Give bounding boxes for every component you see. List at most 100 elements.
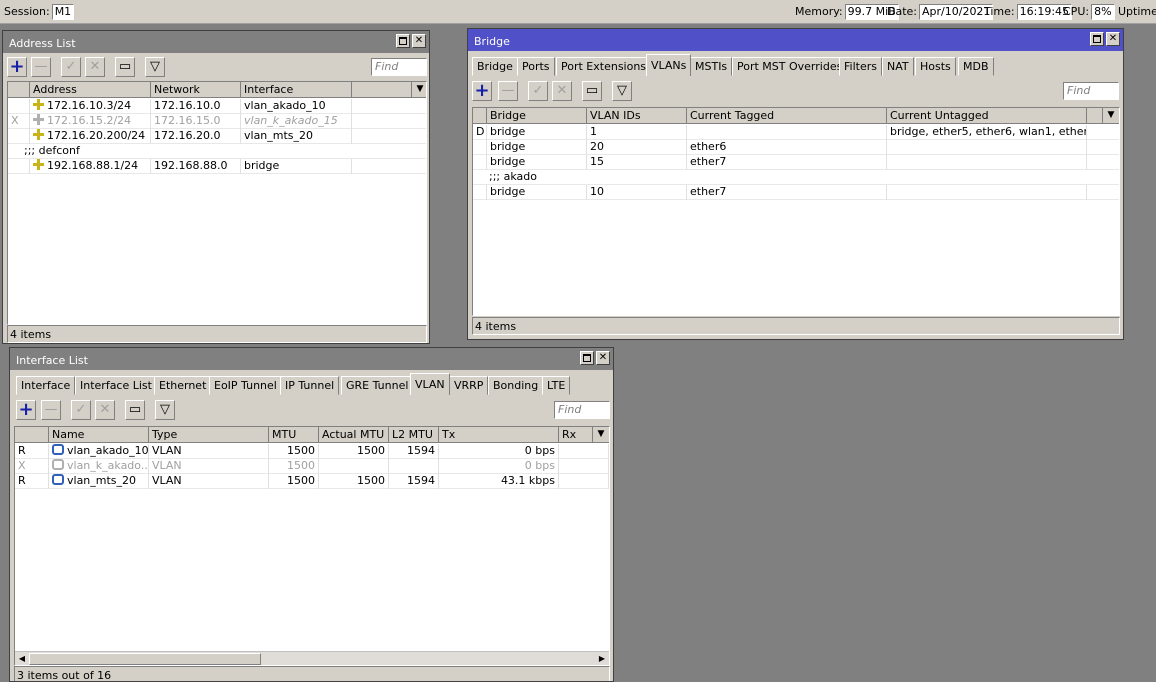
tab-hosts[interactable]: Hosts	[915, 57, 956, 76]
scroll-right-icon[interactable]: ▶	[596, 653, 608, 665]
col-current-tagged[interactable]: Current Tagged	[687, 108, 887, 124]
column-menu-icon[interactable]: ▼	[593, 427, 609, 443]
scroll-thumb[interactable]	[29, 653, 261, 665]
col-address[interactable]: Address	[30, 82, 151, 98]
add-button[interactable]: +	[472, 81, 492, 101]
tab-gre-tunnel[interactable]: GRE Tunnel	[341, 376, 414, 395]
col-flag[interactable]	[473, 108, 487, 124]
col-actual-mtu[interactable]: Actual MTU	[319, 427, 389, 443]
enable-button[interactable]: ✓	[61, 57, 81, 77]
bridge-vlan-table[interactable]: Bridge VLAN IDs Current Tagged Current U…	[472, 107, 1120, 316]
disable-button[interactable]: ✕	[85, 57, 105, 77]
tab-eoip-tunnel[interactable]: EoIP Tunnel	[209, 376, 282, 395]
remove-button[interactable]: —	[31, 57, 51, 77]
minus-icon: —	[44, 402, 58, 417]
scroll-left-icon[interactable]: ◀	[16, 653, 28, 665]
address-list-window[interactable]: Address List ✕ + — ✓ ✕ ▭ ▽ Find Address …	[2, 30, 430, 344]
window-title: Bridge	[474, 35, 510, 48]
close-button[interactable]: ✕	[412, 34, 426, 48]
table-row[interactable]: 172.16.10.3/24 172.16.10.0 vlan_akado_10	[8, 99, 426, 114]
tab-ethernet[interactable]: Ethernet	[154, 376, 212, 395]
col-flag[interactable]	[15, 427, 49, 443]
address-table[interactable]: Address Network Interface ▼ 172.16.10.3/…	[7, 81, 427, 325]
table-row[interactable]: bridge 20 ether6	[473, 140, 1119, 155]
disable-button[interactable]: ✕	[552, 81, 572, 101]
col-network[interactable]: Network	[151, 82, 241, 98]
col-l2-mtu[interactable]: L2 MTU	[389, 427, 439, 443]
table-row[interactable]: R vlan_akado_10 VLAN 1500 1500 1594 0 bp…	[15, 444, 609, 459]
comment-row[interactable]: ;;; defconf	[8, 144, 426, 159]
filter-button[interactable]: ▽	[612, 81, 632, 101]
find-input[interactable]: Find	[554, 401, 610, 419]
table-row[interactable]: R vlan_mts_20 VLAN 1500 1500 1594 43.1 k…	[15, 474, 609, 489]
enable-button[interactable]: ✓	[71, 400, 91, 420]
comment-button[interactable]: ▭	[115, 57, 135, 77]
find-input[interactable]: Find	[371, 58, 427, 76]
vlan-icon	[52, 459, 64, 470]
interface-table[interactable]: Name Type MTU Actual MTU L2 MTU Tx Rx ▼ …	[14, 426, 610, 666]
interface-list-titlebar[interactable]: Interface List	[10, 348, 613, 370]
bridge-titlebar[interactable]: Bridge	[468, 29, 1123, 51]
tab-ports[interactable]: Ports	[517, 57, 555, 76]
maximize-button[interactable]	[396, 34, 410, 48]
tab-lte[interactable]: LTE	[542, 376, 571, 395]
tab-ip-tunnel[interactable]: IP Tunnel	[280, 376, 340, 395]
column-menu-icon[interactable]: ▼	[412, 82, 426, 98]
col-name[interactable]: Name	[49, 427, 149, 443]
disable-button[interactable]: ✕	[95, 400, 115, 420]
horizontal-scrollbar[interactable]: ◀ ▶	[15, 651, 609, 665]
find-input[interactable]: Find	[1063, 82, 1119, 100]
filter-button[interactable]: ▽	[145, 57, 165, 77]
tab-vlans[interactable]: VLANs	[646, 54, 692, 76]
tab-port-mst-overrides[interactable]: Port MST Overrides	[732, 57, 848, 76]
tab-filters[interactable]: Filters	[839, 57, 882, 76]
tab-vlan[interactable]: VLAN	[410, 373, 450, 395]
maximize-button[interactable]	[1090, 32, 1104, 46]
tab-interface-list[interactable]: Interface List	[75, 376, 157, 395]
tab-mstis[interactable]: MSTIs	[690, 57, 733, 76]
table-row[interactable]: X vlan_k_akado... VLAN 1500 0 bps	[15, 459, 609, 474]
close-button[interactable]: ✕	[1106, 32, 1120, 46]
tab-port-extensions[interactable]: Port Extensions	[556, 57, 652, 76]
table-row[interactable]: X 172.16.15.2/24 172.16.15.0 vlan_k_akad…	[8, 114, 426, 129]
tab-mdb[interactable]: MDB	[958, 57, 994, 76]
bridge-window[interactable]: Bridge ✕ Bridge Ports Port Extensions VL…	[467, 28, 1124, 340]
tab-bonding[interactable]: Bonding	[488, 376, 544, 395]
add-button[interactable]: +	[16, 400, 36, 420]
col-interface[interactable]: Interface	[241, 82, 352, 98]
table-row[interactable]: 172.16.20.200/24 172.16.20.0 vlan_mts_20	[8, 129, 426, 144]
maximize-button[interactable]	[580, 351, 594, 365]
comment-button[interactable]: ▭	[582, 81, 602, 101]
col-rx[interactable]: Rx	[559, 427, 593, 443]
add-button[interactable]: +	[7, 57, 27, 77]
remove-button[interactable]: —	[41, 400, 61, 420]
col-flag[interactable]	[8, 82, 30, 98]
col-tx[interactable]: Tx	[439, 427, 559, 443]
filter-button[interactable]: ▽	[155, 400, 175, 420]
table-row[interactable]: bridge 15 ether7	[473, 155, 1119, 170]
col-current-untagged[interactable]: Current Untagged	[887, 108, 1087, 124]
table-row[interactable]: D bridge 1 bridge, ether5, ether6, wlan1…	[473, 125, 1119, 140]
col-mtu[interactable]: MTU	[269, 427, 319, 443]
top-status-bar: Session: M1 Memory: 99.7 MiB Date: Apr/10/2…	[0, 0, 1156, 24]
column-menu-icon[interactable]: ▼	[1103, 108, 1119, 124]
remove-button[interactable]: —	[498, 81, 518, 101]
tab-bridge[interactable]: Bridge	[472, 57, 518, 76]
comment-button[interactable]: ▭	[125, 400, 145, 420]
col-bridge[interactable]: Bridge	[487, 108, 587, 124]
table-row[interactable]: 192.168.88.1/24 192.168.88.0 bridge	[8, 159, 426, 174]
col-vlan-ids[interactable]: VLAN IDs	[587, 108, 687, 124]
comment-row[interactable]: ;;; akado	[473, 170, 1119, 185]
enable-button[interactable]: ✓	[528, 81, 548, 101]
tab-interface[interactable]: Interface	[16, 376, 76, 395]
table-row[interactable]: bridge 10 ether7	[473, 185, 1119, 200]
close-button[interactable]: ✕	[596, 351, 610, 365]
col-type[interactable]: Type	[149, 427, 269, 443]
tab-nat[interactable]: NAT	[882, 57, 914, 76]
interface-list-window[interactable]: Interface List ✕ Interface Interface Lis…	[9, 347, 614, 682]
address-icon	[33, 114, 44, 125]
tab-vrrp[interactable]: VRRP	[449, 376, 489, 395]
x-icon: ✕	[556, 83, 568, 98]
address-list-titlebar[interactable]: Address List	[3, 31, 429, 53]
table-header: Address Network Interface ▼	[8, 82, 426, 98]
